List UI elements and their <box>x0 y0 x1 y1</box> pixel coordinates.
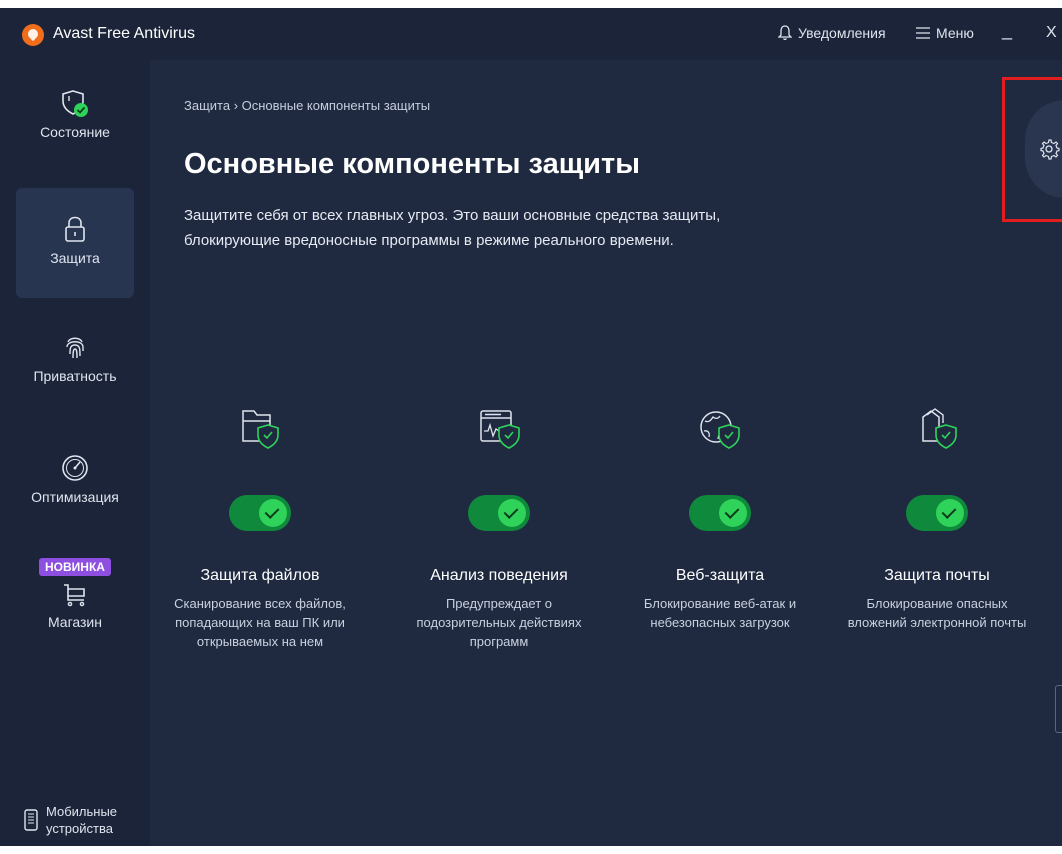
minimize-button[interactable]: _ <box>1002 20 1012 41</box>
mail-shield-icon <box>922 408 957 449</box>
mobile-phone-icon <box>24 809 38 831</box>
feature-title: Защита файлов <box>200 567 320 584</box>
highlight-box <box>1002 77 1062 222</box>
speedometer-icon <box>62 455 88 481</box>
sidebar-item-mobile[interactable]: Мобильные устройства <box>24 803 126 837</box>
feature-title: Защита почты <box>884 567 990 584</box>
sidebar-item-status[interactable]: Состояние <box>16 88 134 178</box>
sidebar-item-label: Защита <box>50 250 100 266</box>
sidebar-item-optimization[interactable]: Оптимизация <box>0 453 150 523</box>
menu-label: Меню <box>936 25 974 41</box>
feature-web-shield: Веб-защита Блокирование веб-атак и небез… <box>610 403 830 632</box>
toggle-knob <box>936 499 964 527</box>
sidebar-item-shop[interactable]: НОВИНКА Магазин <box>0 558 150 658</box>
app-title: Avast Free Antivirus <box>53 25 195 42</box>
feature-title: Веб-защита <box>675 567 765 584</box>
behavior-shield-toggle[interactable] <box>468 495 530 531</box>
sidebar-item-privacy[interactable]: Приватность <box>0 332 150 402</box>
feature-description: Сканирование всех файлов, попадающих на … <box>174 596 346 649</box>
fingerprint-icon <box>66 337 84 359</box>
cart-icon <box>64 584 85 607</box>
bell-icon <box>778 25 792 41</box>
hamburger-icon <box>916 27 930 39</box>
feature-behavior-shield: Анализ поведения Предупреждает о подозри… <box>389 403 609 651</box>
folder-shield-icon <box>242 410 279 449</box>
toggle-knob <box>259 499 287 527</box>
notifications-label: Уведомления <box>798 25 886 41</box>
avast-logo-icon <box>22 24 44 46</box>
page-title: Основные компоненты защиты <box>184 148 640 180</box>
sidebar-item-label: Оптимизация <box>31 489 119 505</box>
mobile-devices-label: Мобильные устройства <box>46 804 118 836</box>
side-panel-handle[interactable] <box>1055 685 1062 733</box>
close-button[interactable]: X <box>1046 24 1057 42</box>
file-shield-toggle[interactable] <box>229 495 291 531</box>
mail-shield-toggle[interactable] <box>906 495 968 531</box>
toggle-knob <box>719 499 747 527</box>
lock-icon <box>65 216 85 242</box>
title-bar: Avast Free Antivirus Уведомления Меню _ … <box>0 8 1062 60</box>
sidebar-item-label: Магазин <box>47 614 102 630</box>
sidebar-item-label: Приватность <box>33 368 117 384</box>
notifications-button[interactable]: Уведомления <box>778 25 886 41</box>
app-window: Avast Free Antivirus Уведомления Меню _ … <box>0 8 1062 846</box>
sidebar: Состояние Защита Приватность Оптимизация… <box>0 60 150 846</box>
web-shield-toggle[interactable] <box>689 495 751 531</box>
feature-description: Предупреждает о подозрительных действиях… <box>416 596 582 649</box>
feature-title: Анализ поведения <box>430 567 568 584</box>
shield-check-icon <box>62 90 88 117</box>
new-badge: НОВИНКА <box>39 558 111 576</box>
toggle-knob <box>498 499 526 527</box>
menu-button[interactable]: Меню <box>916 25 974 41</box>
sidebar-item-label: Состояние <box>40 124 110 140</box>
sidebar-item-protection[interactable]: Защита <box>16 188 134 298</box>
breadcrumb: Защита › Основные компоненты защиты <box>184 98 431 113</box>
feature-mail-shield: Защита почты Блокирование опасных вложен… <box>827 403 1047 632</box>
activity-window-shield-icon <box>480 410 520 449</box>
feature-description: Блокирование опасных вложений электронно… <box>847 596 1027 630</box>
globe-shield-icon <box>700 411 740 449</box>
feature-description: Блокирование веб-атак и небезопасных заг… <box>643 596 797 630</box>
page-description: Защитите себя от всех главных угроз. Это… <box>184 207 721 249</box>
feature-file-shield: Защита файлов Сканирование всех файлов, … <box>150 403 370 651</box>
